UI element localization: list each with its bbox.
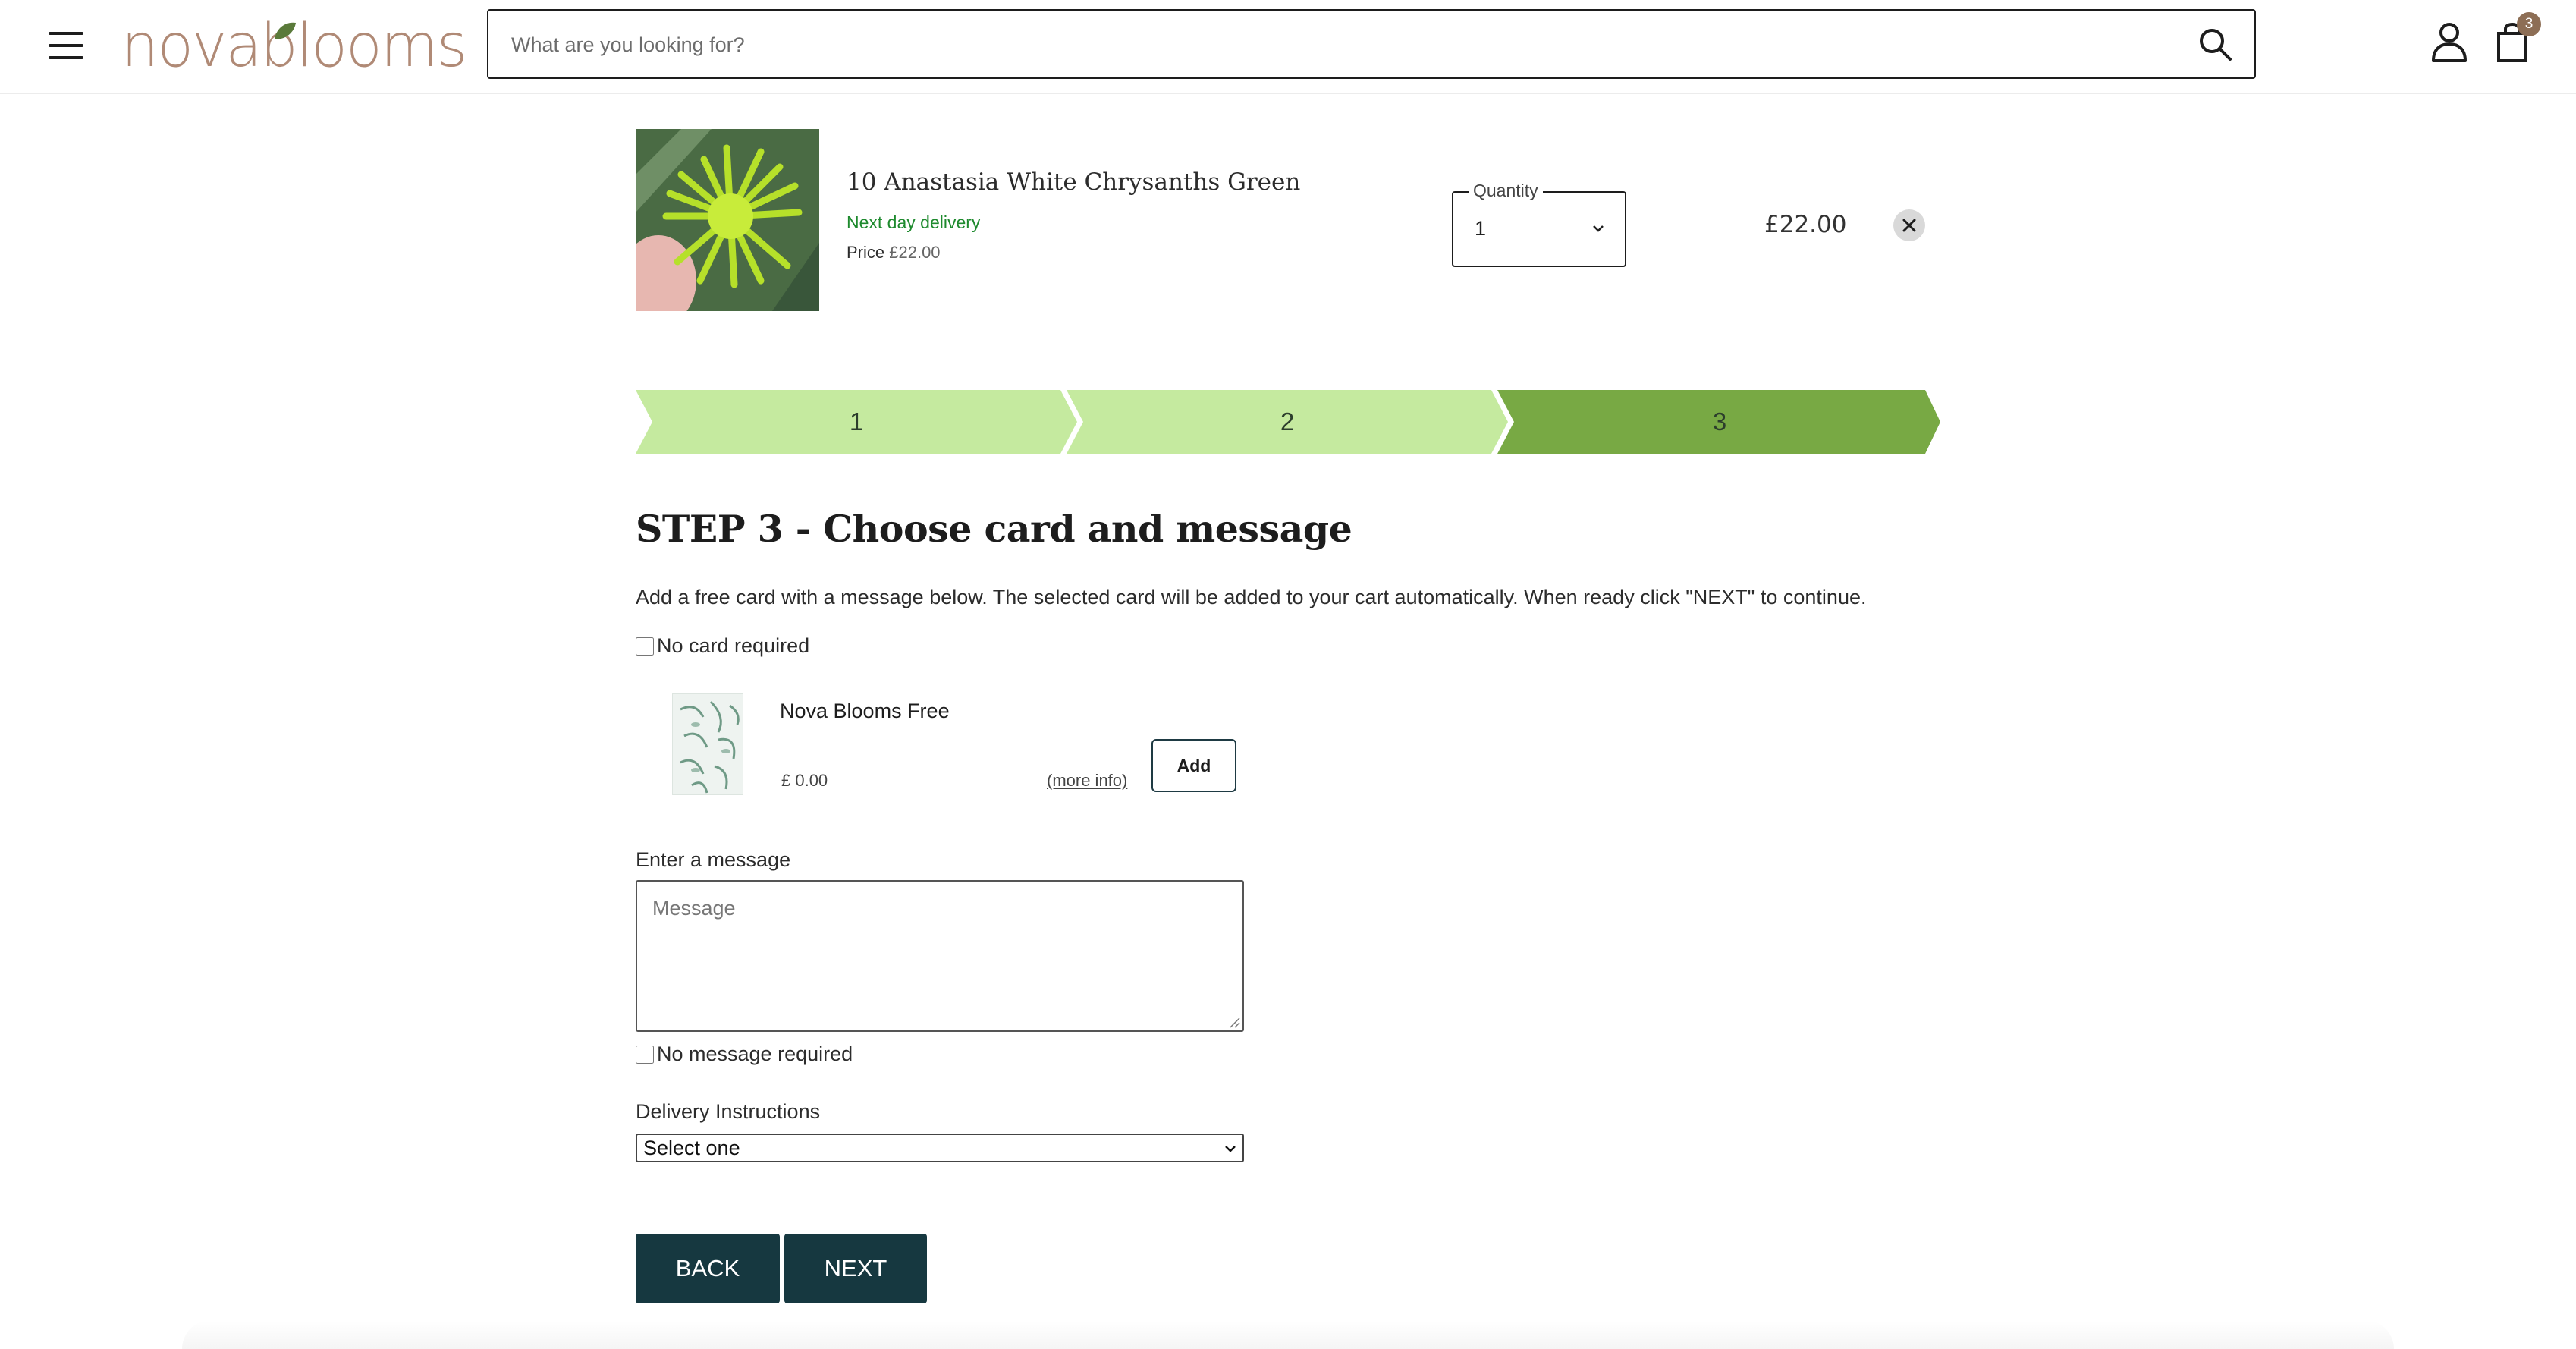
menu-icon[interactable] [49, 30, 85, 61]
back-button[interactable]: BACK [636, 1234, 780, 1303]
leaf-icon [275, 22, 296, 39]
remove-item-button[interactable] [1893, 209, 1925, 241]
card-price: £ 0.00 [781, 771, 828, 790]
footer-edge [182, 1320, 2394, 1349]
page-title: STEP 3 - Choose card and message [636, 507, 1352, 551]
chevron-down-icon [1593, 225, 1604, 232]
no-message-checkbox[interactable] [636, 1046, 654, 1064]
chevron-down-icon [1225, 1146, 1236, 1152]
delivery-info: Next day delivery [847, 212, 981, 232]
step-2[interactable]: 2 [1083, 390, 1491, 454]
search-bar [487, 9, 2256, 79]
no-card-option[interactable]: No card required [636, 634, 809, 660]
delivery-instructions-select[interactable]: Select one [636, 1134, 1244, 1162]
card-thumbnail[interactable] [672, 693, 743, 795]
no-card-checkbox[interactable] [636, 637, 654, 656]
step-description: Add a free card with a message below. Th… [636, 586, 1867, 608]
message-label: Enter a message [636, 848, 791, 871]
step-3[interactable]: 3 [1514, 390, 1925, 454]
cart-count-badge: 3 [2517, 12, 2541, 36]
cart-button[interactable]: 3 [2493, 12, 2541, 64]
no-message-option[interactable]: No message required [636, 1042, 853, 1068]
chrysanthemum-image [636, 129, 819, 311]
site-logo[interactable]: novablooms [121, 12, 467, 80]
more-info-link[interactable]: (more info) [1047, 771, 1127, 791]
no-message-label: No message required [657, 1042, 853, 1065]
line-total: £22.00 [1764, 211, 1847, 238]
search-icon[interactable] [2197, 26, 2233, 62]
delivery-selected-value: Select one [643, 1137, 740, 1159]
unit-price: Price £22.00 [847, 243, 941, 263]
product-image[interactable] [636, 129, 819, 311]
message-field[interactable] [636, 880, 1244, 1032]
price-label: Price [847, 243, 885, 262]
leaf-pattern-image [673, 694, 743, 794]
step-progress: 1 2 3 [636, 390, 2576, 454]
account-icon[interactable] [2430, 21, 2468, 62]
step-1[interactable]: 1 [652, 390, 1060, 454]
quantity-value: 1 [1475, 217, 1487, 240]
no-card-label: No card required [657, 634, 810, 657]
next-button[interactable]: NEXT [784, 1234, 927, 1303]
add-card-button[interactable]: Add [1151, 739, 1236, 792]
card-name: Nova Blooms Free [780, 700, 950, 722]
delivery-instructions-label: Delivery Instructions [636, 1100, 821, 1123]
product-title[interactable]: 10 Anastasia White Chrysanths Green [847, 168, 1300, 196]
quantity-select[interactable]: Quantity 1 [1452, 181, 1626, 267]
quantity-label: Quantity [1469, 181, 1543, 201]
price-value: £22.00 [889, 243, 941, 262]
resize-handle-icon[interactable] [1226, 1014, 1241, 1029]
close-icon [1902, 219, 1916, 232]
search-input[interactable] [510, 11, 2166, 79]
